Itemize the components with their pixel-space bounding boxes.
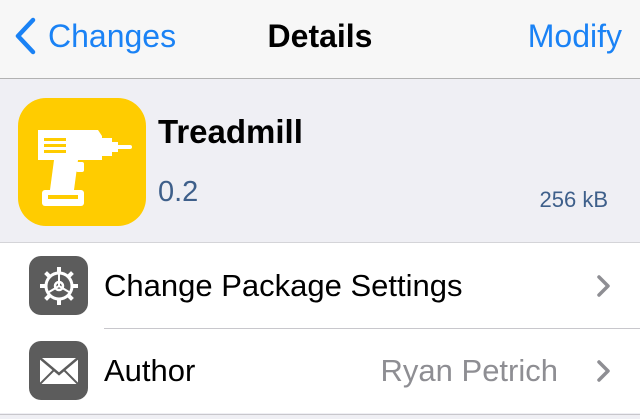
details-list: Change Package Settings Author Ryan Petr… (0, 243, 640, 413)
package-name: Treadmill (158, 113, 303, 150)
row-author[interactable]: Author Ryan Petrich (0, 328, 640, 413)
gear-icon (29, 256, 88, 315)
row-change-package-settings[interactable]: Change Package Settings (0, 243, 640, 328)
table-footer (0, 414, 640, 419)
chevron-right-icon (597, 360, 610, 382)
package-header: Treadmill 0.2 256 kB (0, 79, 640, 243)
envelope-icon (29, 341, 88, 400)
row-label: Author (104, 353, 196, 388)
row-label: Change Package Settings (104, 268, 463, 303)
navigation-bar: Changes Details Modify (0, 0, 640, 79)
author-name: Ryan Petrich (380, 353, 558, 388)
chevron-right-icon (597, 275, 610, 297)
drill-icon (18, 98, 146, 226)
package-size: 256 kB (539, 187, 609, 212)
package-version: 0.2 (158, 176, 199, 208)
modify-button[interactable]: Modify (528, 12, 622, 60)
